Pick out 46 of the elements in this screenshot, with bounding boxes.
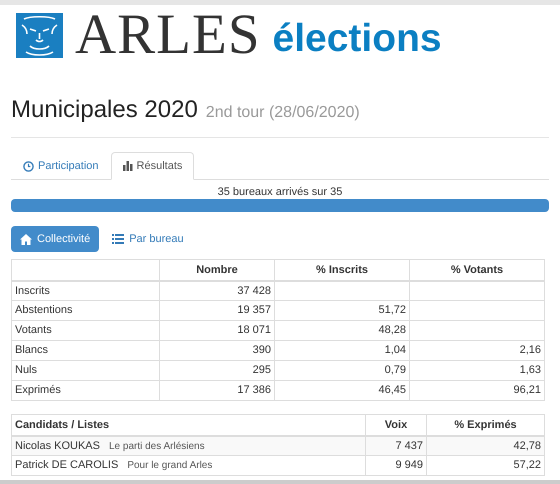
column-header: Nombre	[196, 264, 238, 276]
column-header: Voix	[384, 418, 408, 430]
table-cell: 1,63	[520, 364, 541, 376]
table-cell: 46,45	[378, 384, 406, 396]
table-cell: 7 437	[395, 440, 423, 452]
table-cell: 390	[252, 344, 271, 356]
tab[interactable]: Participation	[11, 152, 111, 180]
list-name: Pour le grand Arles	[127, 460, 212, 472]
column-header: % Inscrits	[316, 264, 368, 276]
logo-wordmark: ARLES	[75, 12, 261, 58]
table-cell: 19 357	[237, 304, 271, 316]
table-cell: 96,21	[513, 384, 541, 396]
home-icon	[20, 234, 32, 244]
page-subtitle: 2nd tour (28/06/2020)	[206, 103, 360, 123]
table-cell: Nuls	[15, 364, 38, 376]
table-cell: 42,78	[513, 440, 541, 452]
list-icon	[112, 234, 124, 244]
page-title: Municipales 2020	[11, 96, 198, 124]
table-cell: 1,04	[384, 344, 406, 356]
table-cell: 57,22	[513, 459, 541, 472]
table-cell: Abstentions	[15, 304, 72, 316]
table-cell: 48,28	[378, 324, 406, 336]
candidate-name: Patrick DE CAROLIS	[15, 459, 118, 472]
tab[interactable]: Résultats	[110, 152, 194, 180]
column-header: Candidats / Listes	[15, 418, 110, 430]
view-toggle[interactable]: Collectivité	[11, 226, 100, 252]
table-cell: Exprimés	[15, 384, 61, 396]
column-header: % Votants	[450, 264, 504, 276]
table-cell: 295	[252, 364, 271, 376]
progress-label: 35 bureaux arrivés sur 35	[218, 185, 342, 199]
column-header: % Exprimés	[454, 418, 517, 430]
site-subtitle: élections	[272, 20, 442, 58]
table-cell: Votants	[15, 324, 52, 336]
candidate-name: Nicolas KOUKAS	[15, 440, 100, 452]
table-cell: Blancs	[15, 344, 48, 356]
table-cell: 2,16	[520, 344, 541, 356]
table-cell: 51,72	[378, 304, 406, 316]
clock-icon	[23, 160, 34, 172]
table-cell: 17 386	[237, 384, 271, 396]
list-name: Le parti des Arlésiens	[108, 440, 205, 452]
table-cell: 37 428	[237, 284, 271, 296]
table-cell: Inscrits	[15, 284, 50, 296]
bar-chart-icon	[122, 161, 133, 171]
table-cell: 0,79	[384, 364, 406, 376]
table-cell: 9 949	[395, 459, 423, 472]
table-cell: 18 071	[237, 324, 271, 336]
